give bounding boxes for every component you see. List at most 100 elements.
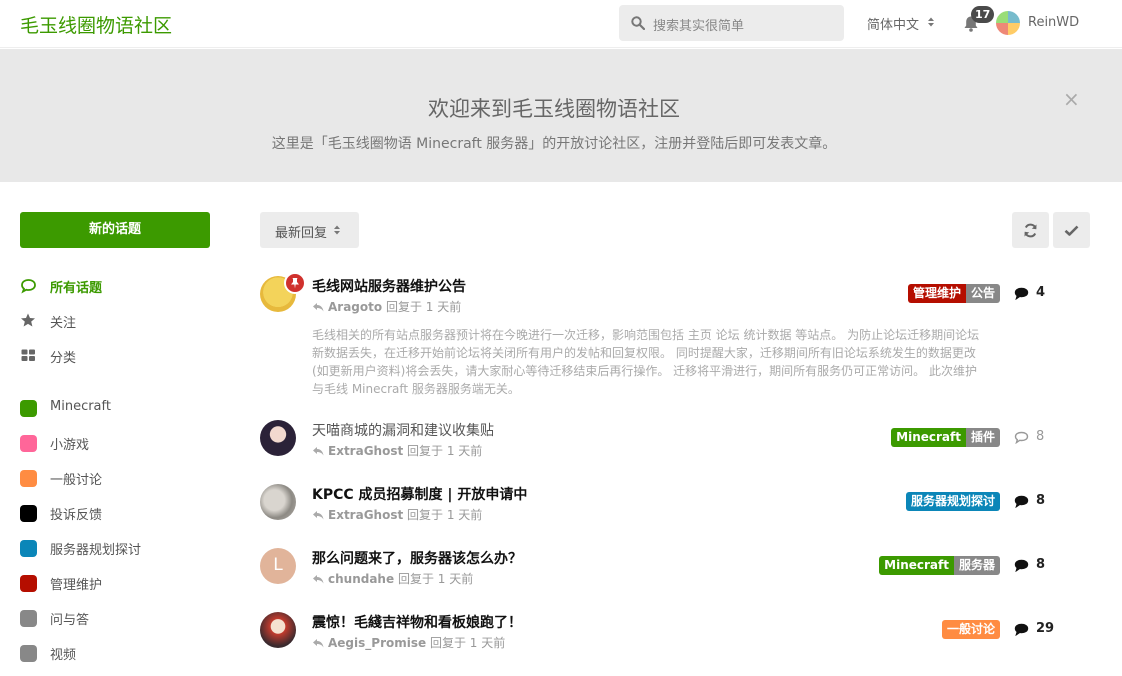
sort-caret-icon	[928, 17, 934, 27]
language-label: 简体中文	[867, 18, 920, 33]
sidebar-tag-item[interactable]: 投诉反馈	[20, 499, 220, 534]
comment-icon	[1014, 431, 1029, 444]
tag-color-icon	[20, 400, 37, 417]
reply-icon	[313, 639, 324, 648]
tag-color-icon	[20, 645, 37, 662]
reply-username[interactable]: ExtraGhost	[328, 508, 403, 522]
search-placeholder[interactable]: 搜索其实很简单	[653, 15, 744, 34]
sidebar-tag-label: 投诉反馈	[50, 508, 103, 523]
reply-icon	[313, 511, 324, 520]
discussion-tags: 一般讨论	[941, 620, 1000, 639]
new-discussion-button[interactable]: 新的话题	[20, 212, 210, 248]
sidebar-tag-item[interactable]: 管理维护	[20, 569, 220, 604]
reply-count: 4	[1014, 285, 1054, 301]
reply-username[interactable]: Aegis_Promise	[328, 636, 426, 650]
sidebar-tag-label: 一般讨论	[50, 473, 103, 488]
tag-badge[interactable]: Minecraft	[891, 428, 966, 447]
language-selector[interactable]: 简体中文	[867, 14, 934, 33]
hero-subtitle: 这里是「毛玉线圈物语 Minecraft 服务器」的开放讨论社区，注册并登陆后即…	[271, 136, 837, 152]
close-icon[interactable]: ×	[1063, 87, 1080, 111]
discussion-item[interactable]: KPCC 成员招募制度 | 开放申请中 ExtraGhost 回复于 1 天前 服务…	[260, 484, 1050, 528]
reply-username[interactable]: ExtraGhost	[328, 444, 403, 458]
notification-count-badge[interactable]: 17	[971, 6, 995, 23]
username[interactable]: ReinWD	[1028, 15, 1079, 30]
comments-icon	[21, 279, 36, 294]
discussion-item[interactable]: 天喵商城的漏洞和建议收集贴 ExtraGhost 回复于 1 天前 Minecraf…	[260, 420, 1050, 464]
discussion-meta: ExtraGhost 回复于 1 天前	[312, 506, 482, 523]
tag-color-icon	[20, 610, 37, 627]
avatar[interactable]	[260, 484, 296, 520]
sidebar-tag-item[interactable]: 一般讨论	[20, 464, 220, 499]
reply-time: 回复于 1 天前	[397, 572, 474, 586]
sidebar-tag-item[interactable]: 小游戏	[20, 429, 220, 464]
discussion-item[interactable]: L 那么问题来了，服务器该怎么办？ chundahe 回复于 1 天前 Minecra…	[260, 548, 1050, 592]
discussion-title[interactable]: 天喵商城的漏洞和建议收集贴	[312, 420, 494, 440]
hero-title: 欢迎来到毛玉线圈物语社区	[428, 97, 680, 121]
discussion-title[interactable]: 毛线网站服务器维护公告	[312, 276, 466, 296]
tag-badge[interactable]: 服务器	[953, 556, 1000, 575]
avatar[interactable]: L	[260, 548, 296, 584]
sidebar-item-label: 分类	[50, 351, 77, 366]
tag-badge[interactable]: 插件	[965, 428, 1000, 447]
reply-count: 8	[1014, 429, 1054, 445]
sort-caret-icon	[334, 225, 340, 235]
discussion-item[interactable]: 毛线网站服务器维护公告 Aragoto 回复于 1 天前毛线相关的所有站点服务器预…	[260, 272, 1050, 406]
welcome-hero: 欢迎来到毛玉线圈物语社区 这里是「毛玉线圈物语 Minecraft 服务器」的开…	[0, 49, 1122, 182]
comment-icon	[1014, 287, 1029, 300]
sidebar-separator	[20, 377, 220, 394]
sidebar-item-following[interactable]: 关注	[20, 307, 220, 342]
tag-color-icon	[20, 470, 37, 487]
avatar[interactable]	[260, 420, 296, 456]
tag-color-icon	[20, 505, 37, 522]
discussion-title[interactable]: 震惊！毛綫吉祥物和看板娘跑了！	[312, 612, 522, 632]
sidebar-tag-label: 小游戏	[50, 438, 90, 453]
search-box[interactable]: 搜索其实很简单	[619, 5, 844, 41]
discussion-meta: Aegis_Promise 回复于 1 天前	[312, 634, 505, 651]
tag-color-icon	[20, 540, 37, 557]
reply-time: 回复于 1 天前	[385, 300, 462, 314]
avatar[interactable]	[260, 612, 296, 648]
reply-count: 8	[1014, 493, 1054, 509]
discussion-title[interactable]: 那么问题来了，服务器该怎么办？	[312, 548, 522, 568]
tag-color-icon	[20, 435, 37, 452]
discussion-tags: 服务器规划探讨	[905, 492, 1000, 511]
discussion-tags: Minecraft 插件	[891, 428, 1000, 447]
sidebar-tag-item[interactable]: 问与答	[20, 604, 220, 639]
sidebar-tag-item[interactable]: 视频	[20, 639, 220, 674]
pin-icon	[291, 278, 299, 289]
tag-badge[interactable]: 公告	[965, 284, 1000, 303]
mark-all-read-button[interactable]	[1053, 212, 1090, 248]
sort-label: 最新回复	[275, 226, 328, 241]
tag-badge[interactable]: 一般讨论	[941, 620, 1000, 639]
site-brand[interactable]: 毛玉线圈物语社区	[20, 11, 172, 38]
comment-icon	[1014, 559, 1029, 572]
tag-badge[interactable]: 服务器规划探讨	[905, 492, 1000, 511]
discussion-item[interactable]: 震惊！毛綫吉祥物和看板娘跑了！ Aegis_Promise 回复于 1 天前 一般讨…	[260, 612, 1054, 656]
grid-icon	[21, 349, 35, 361]
sidebar-tag-item[interactable]: 服务器规划探讨	[20, 534, 220, 569]
reply-count: 8	[1014, 557, 1054, 573]
sidebar-item-tags[interactable]: 分类	[20, 342, 220, 377]
sidebar-item-label: 所有话题	[50, 281, 103, 296]
discussion-meta: ExtraGhost 回复于 1 天前	[312, 442, 482, 459]
tag-badge[interactable]: 管理维护	[907, 284, 966, 303]
star-icon	[21, 313, 35, 327]
user-avatar[interactable]	[996, 11, 1020, 35]
sort-dropdown[interactable]: 最新回复	[260, 212, 359, 248]
sidebar-tag-label: Minecraft	[50, 399, 111, 414]
reply-username[interactable]: chundahe	[328, 572, 394, 586]
sidebar-item-all-discussions[interactable]: 所有话题	[20, 272, 220, 307]
sidebar-tag-list: Minecraft 小游戏一般讨论投诉反馈服务器规划探讨 管理维护 问与答 视频	[20, 394, 220, 674]
refresh-button[interactable]	[1012, 212, 1049, 248]
sidebar-tag-item[interactable]: Minecraft	[20, 394, 220, 429]
tag-badge[interactable]: Minecraft	[879, 556, 954, 575]
reply-time: 回复于 1 天前	[407, 508, 483, 522]
reply-count: 29	[1014, 621, 1054, 637]
reply-count-value: 8	[1036, 557, 1046, 572]
avatar-letter: L	[273, 555, 283, 575]
discussion-excerpt: 毛线相关的所有站点服务器预计将在今晚进行一次迁移，影响范围包括 主页 论坛 统计…	[312, 328, 980, 396]
reply-username[interactable]: Aragoto	[328, 300, 382, 314]
reply-count-value: 8	[1036, 493, 1046, 508]
discussion-meta: chundahe 回复于 1 天前	[312, 570, 473, 587]
discussion-title[interactable]: KPCC 成员招募制度 | 开放申请中	[312, 484, 527, 504]
